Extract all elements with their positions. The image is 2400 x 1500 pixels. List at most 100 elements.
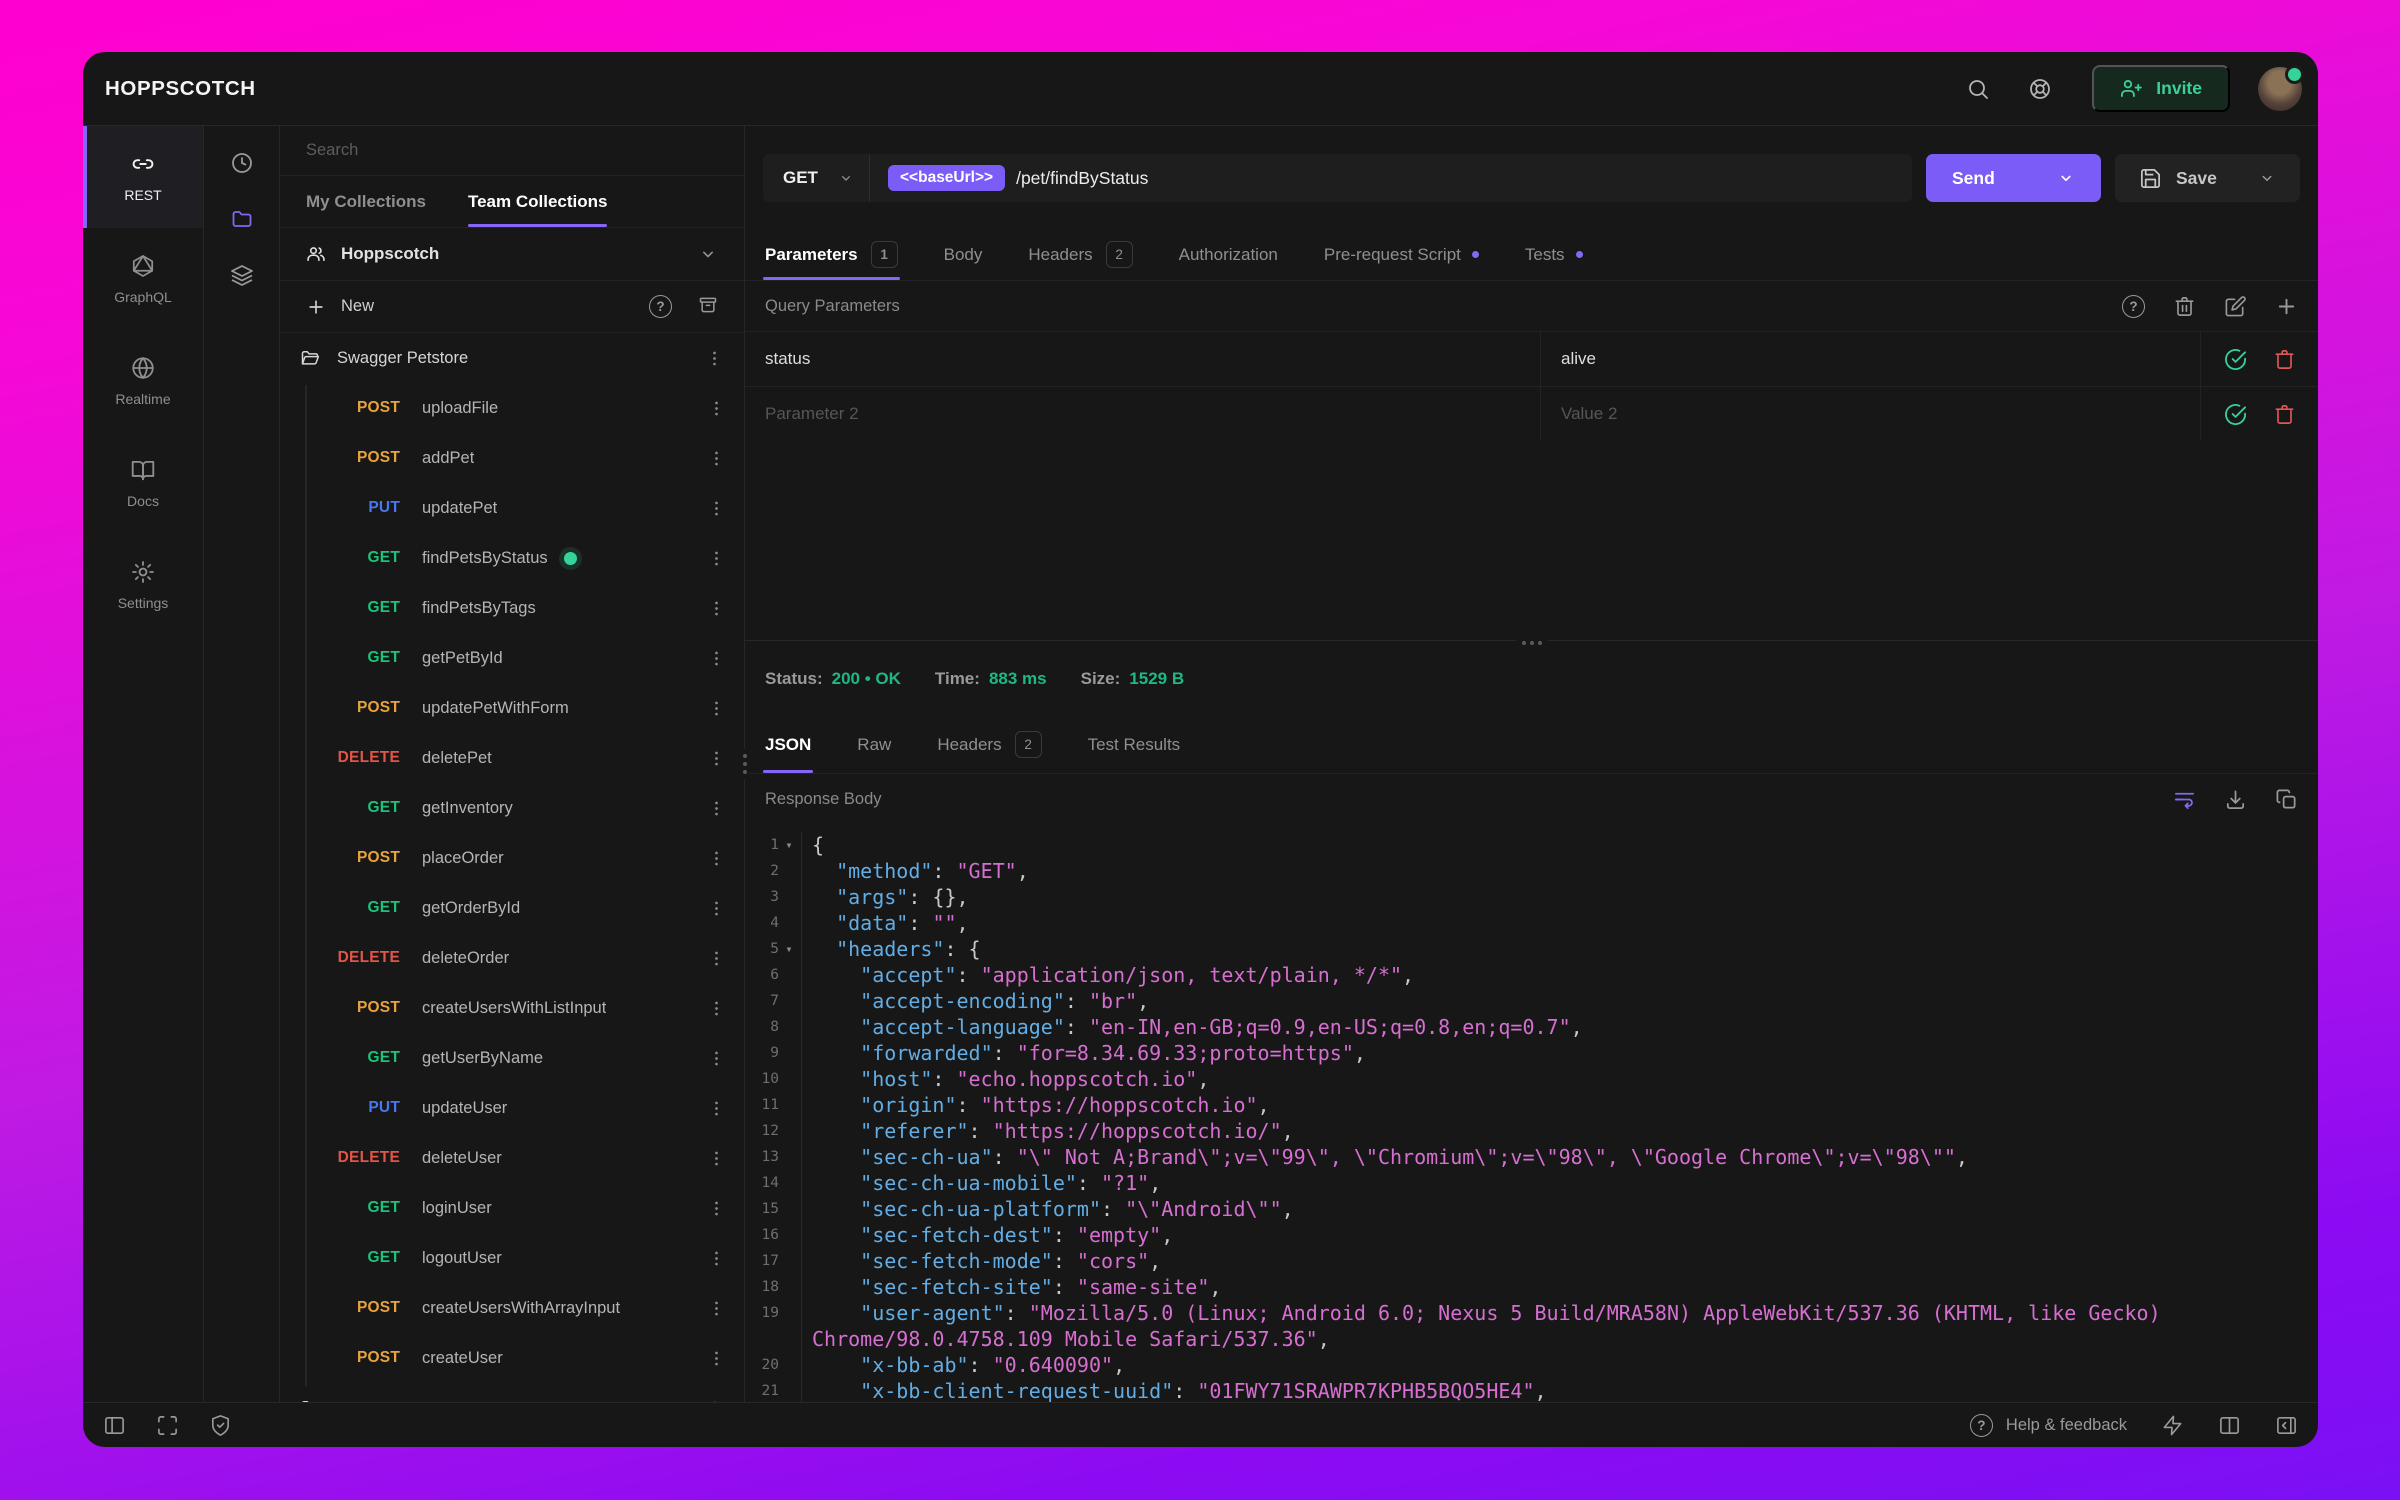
request-item[interactable]: POST addPet: [280, 433, 744, 483]
collection-options-icon[interactable]: [705, 1399, 724, 1402]
help-feedback-button[interactable]: ? Help & feedback: [1969, 1413, 2127, 1437]
toggle-sidebar-icon[interactable]: [103, 1414, 126, 1437]
request-item[interactable]: DELETE deleteUser: [280, 1133, 744, 1183]
request-item[interactable]: PUT updatePet: [280, 483, 744, 533]
collection-options-icon[interactable]: [705, 349, 724, 368]
history-icon[interactable]: [230, 151, 254, 175]
request-options-icon[interactable]: [707, 949, 726, 968]
expand-icon[interactable]: [156, 1414, 179, 1437]
delete-parameter-icon[interactable]: [2273, 348, 2296, 371]
collections-search-input[interactable]: Search: [280, 126, 744, 176]
copy-icon[interactable]: [2275, 788, 2298, 811]
tab-body[interactable]: Body: [944, 229, 983, 280]
import-export-icon[interactable]: [698, 295, 718, 318]
invite-button[interactable]: Invite: [2092, 65, 2230, 112]
request-options-icon[interactable]: [707, 599, 726, 618]
avatar[interactable]: [2258, 64, 2304, 111]
delete-parameter-icon[interactable]: [2273, 403, 2296, 426]
request-options-icon[interactable]: [707, 1049, 726, 1068]
tab-authorization[interactable]: Authorization: [1179, 229, 1278, 280]
request-options-icon[interactable]: [707, 1299, 726, 1318]
request-item[interactable]: DELETE deletePet: [280, 733, 744, 783]
code-area[interactable]: 1 ▾{2 "method": "GET", 3 "args": {}, 4 "dat…: [745, 824, 2318, 1402]
request-options-icon[interactable]: [707, 899, 726, 918]
request-options-icon[interactable]: [707, 1149, 726, 1168]
url-input[interactable]: <<baseUrl>> /pet/findByStatus: [870, 154, 1912, 202]
request-options-icon[interactable]: [707, 399, 726, 418]
request-item[interactable]: GET getPetById: [280, 633, 744, 683]
tab-parameters[interactable]: Parameters 1: [763, 229, 900, 280]
tab-team-collections[interactable]: Team Collections: [467, 176, 607, 227]
parameter-key-input[interactable]: Parameter 2: [745, 387, 1540, 441]
request-item[interactable]: POST createUsersWithArrayInput: [280, 1283, 744, 1333]
request-options-icon[interactable]: [707, 549, 726, 568]
save-button[interactable]: Save: [2115, 154, 2300, 202]
sidebar-item-docs[interactable]: Docs: [83, 432, 203, 534]
interceptor-shield-icon[interactable]: [209, 1414, 232, 1437]
request-item[interactable]: POST createUsersWithListInput: [280, 983, 744, 1033]
wrap-lines-icon[interactable]: [2173, 788, 2196, 811]
tab-test-results[interactable]: Test Results: [1088, 716, 1181, 773]
sidebar-item-graphql[interactable]: GraphQL: [83, 228, 203, 330]
request-options-icon[interactable]: [707, 1349, 726, 1368]
request-item[interactable]: POST uploadFile: [280, 383, 744, 433]
parameter-value-input[interactable]: Value 2: [1540, 387, 2200, 441]
request-item[interactable]: POST updatePetWithForm: [280, 683, 744, 733]
request-item[interactable]: GET loginUser: [280, 1183, 744, 1233]
request-options-icon[interactable]: [707, 649, 726, 668]
request-item[interactable]: GET getInventory: [280, 783, 744, 833]
request-options-icon[interactable]: [707, 749, 726, 768]
collection-folder-clipped[interactable]: [280, 1383, 744, 1402]
team-selector[interactable]: Hoppscotch: [280, 228, 744, 281]
panel-resize-handle[interactable]: [741, 749, 749, 779]
request-item[interactable]: PUT updateUser: [280, 1083, 744, 1133]
parameter-key-input[interactable]: status: [745, 332, 1540, 386]
request-item[interactable]: POST createUser: [280, 1333, 744, 1383]
support-icon[interactable]: [2028, 77, 2052, 101]
send-button[interactable]: Send: [1926, 154, 2101, 202]
new-collection-button[interactable]: New: [341, 297, 374, 316]
request-options-icon[interactable]: [707, 1099, 726, 1118]
environments-icon[interactable]: [230, 263, 254, 287]
request-options-icon[interactable]: [707, 1249, 726, 1268]
collection-folder[interactable]: Swagger Petstore: [280, 333, 744, 383]
request-options-icon[interactable]: [707, 999, 726, 1018]
download-icon[interactable]: [2224, 788, 2247, 811]
help-icon[interactable]: ?: [649, 295, 672, 318]
delete-all-icon[interactable]: [2173, 295, 2196, 318]
request-options-icon[interactable]: [707, 1199, 726, 1218]
request-options-icon[interactable]: [707, 799, 726, 818]
collections-icon[interactable]: [230, 207, 254, 231]
fold-icon[interactable]: ▾: [779, 832, 799, 858]
request-item[interactable]: GET findPetsByStatus: [280, 533, 744, 583]
sidebar-item-settings[interactable]: Settings: [83, 534, 203, 636]
tab-my-collections[interactable]: My Collections: [306, 176, 426, 227]
request-options-icon[interactable]: [707, 499, 726, 518]
tab-tests[interactable]: Tests: [1525, 229, 1583, 280]
sidebar-item-realtime[interactable]: Realtime: [83, 330, 203, 432]
help-icon[interactable]: ?: [2122, 294, 2145, 318]
request-item[interactable]: GET getUserByName: [280, 1033, 744, 1083]
toggle-parameter-icon[interactable]: [2224, 348, 2247, 371]
tab-raw[interactable]: Raw: [857, 716, 891, 773]
plus-icon[interactable]: [306, 297, 326, 317]
pane-resize-handle[interactable]: [1515, 639, 1548, 647]
tab-headers[interactable]: Headers 2: [937, 716, 1042, 773]
env-variable-pill[interactable]: <<baseUrl>>: [888, 165, 1006, 191]
chevron-down-icon[interactable]: [2057, 169, 2075, 187]
request-item[interactable]: DELETE deleteOrder: [280, 933, 744, 983]
fold-icon[interactable]: ▾: [779, 936, 799, 962]
chevron-down-icon[interactable]: [2258, 169, 2276, 187]
request-options-icon[interactable]: [707, 449, 726, 468]
request-options-icon[interactable]: [707, 849, 726, 868]
add-parameter-icon[interactable]: [2275, 295, 2298, 318]
request-item[interactable]: POST placeOrder: [280, 833, 744, 883]
sidebar-item-rest[interactable]: REST: [83, 126, 203, 228]
collapse-right-panel-icon[interactable]: [2275, 1414, 2298, 1437]
request-item[interactable]: GET findPetsByTags: [280, 583, 744, 633]
tab-pre-request-script[interactable]: Pre-request Script: [1324, 229, 1479, 280]
request-item[interactable]: GET logoutUser: [280, 1233, 744, 1283]
shortcuts-zap-icon[interactable]: [2161, 1414, 2184, 1437]
toggle-parameter-icon[interactable]: [2224, 403, 2247, 426]
split-columns-icon[interactable]: [2218, 1414, 2241, 1437]
